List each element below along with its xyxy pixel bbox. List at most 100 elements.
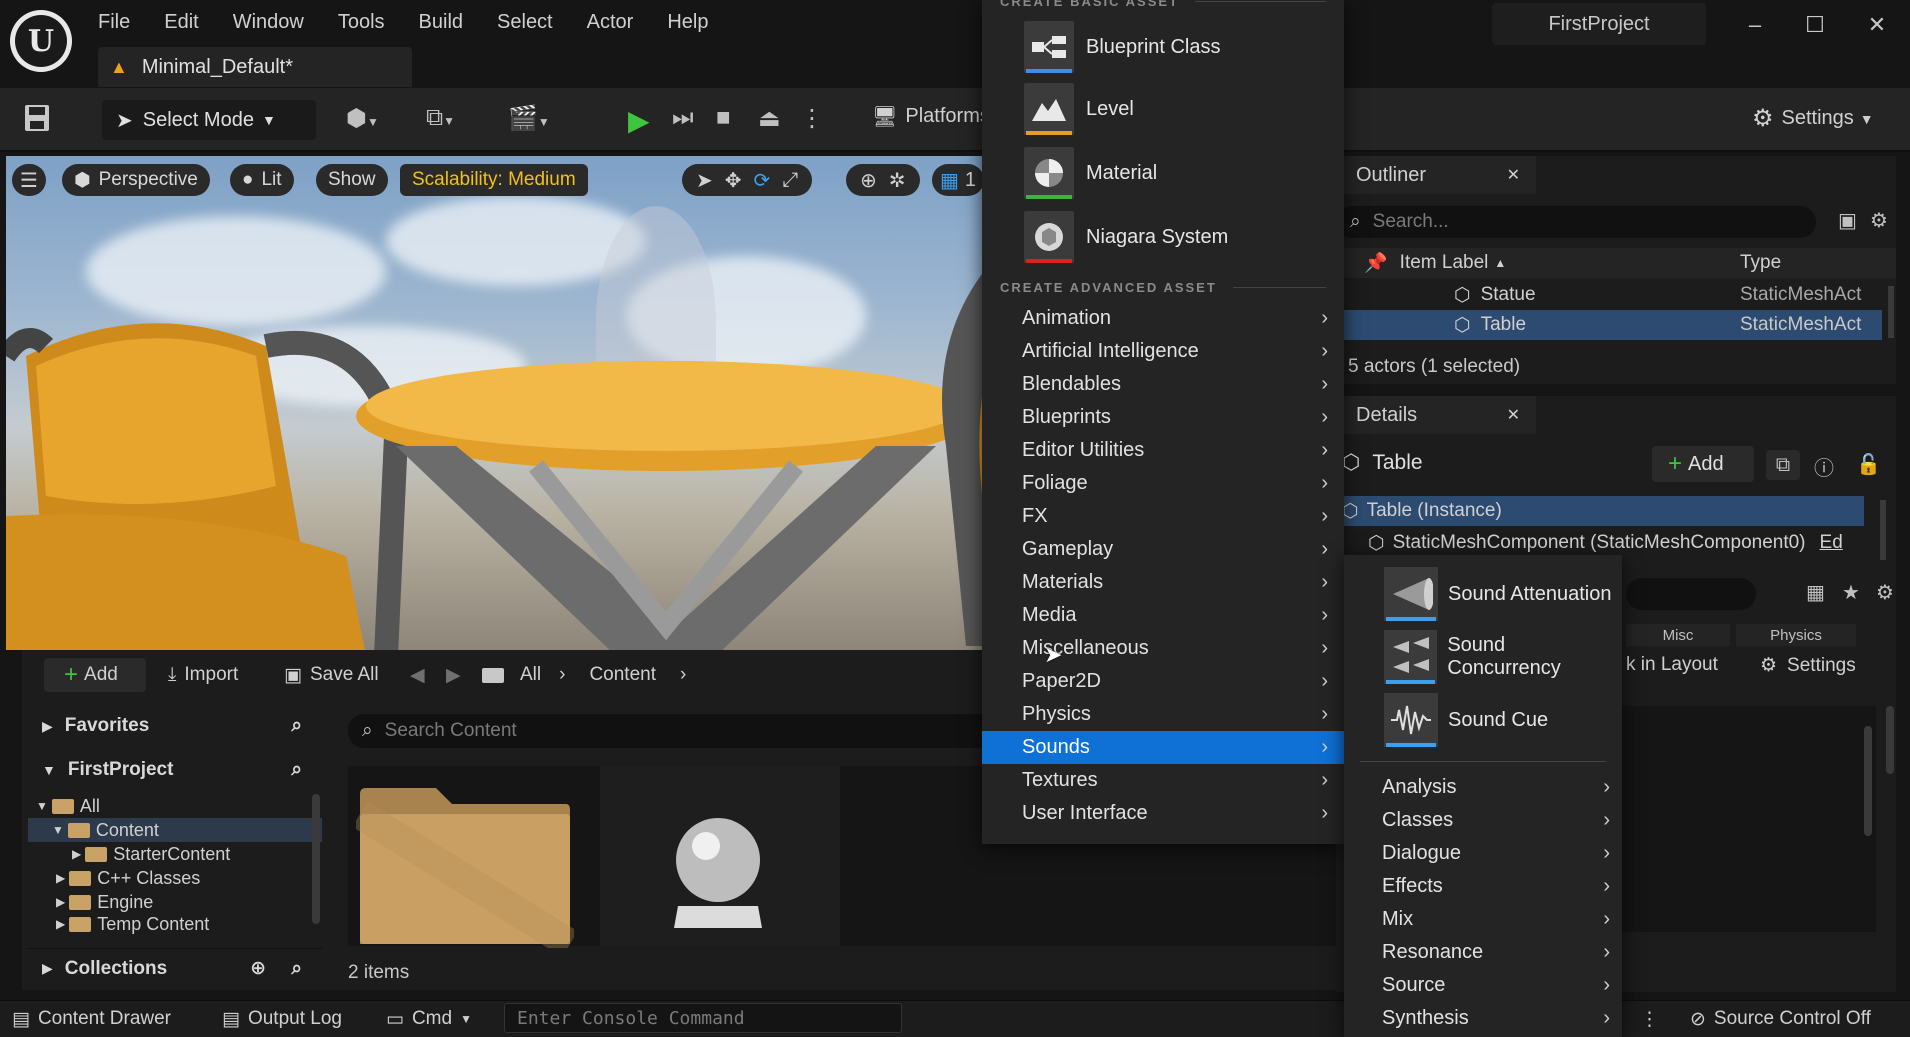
move-tool-icon[interactable]: ✥: [725, 168, 742, 193]
item-label-column[interactable]: Item Label: [1400, 252, 1489, 274]
scale-tool-icon[interactable]: ⤢: [782, 169, 798, 192]
lit-button[interactable]: ● Lit: [230, 164, 294, 196]
menu-item-dialogue[interactable]: Dialogue ›: [1344, 837, 1622, 870]
tree-item-all[interactable]: ▼ All: [28, 794, 322, 818]
layout-link[interactable]: k in Layout: [1626, 654, 1718, 676]
show-button[interactable]: Show: [316, 164, 388, 196]
menu-item-mix[interactable]: Mix ›: [1344, 903, 1622, 936]
menu-item-animation[interactable]: Animation ›: [982, 302, 1344, 335]
close-icon[interactable]: ✕: [1507, 165, 1520, 185]
tree-item-temp-content[interactable]: ▶ Temp Content: [28, 914, 322, 934]
folder-asset-tile[interactable]: [352, 784, 578, 957]
search-content-input[interactable]: ⌕ Search Content: [348, 714, 998, 748]
tree-item-engine[interactable]: ▶ Engine: [28, 890, 322, 914]
add-actor-icon[interactable]: ⬢▼: [346, 104, 379, 133]
details-tab[interactable]: Details ✕: [1336, 396, 1536, 434]
details-settings-button[interactable]: ⚙ Settings: [1760, 654, 1856, 677]
grid-snap-button[interactable]: ▦ 1: [932, 164, 985, 196]
menu-item-sounds[interactable]: Sounds ›: [982, 731, 1344, 764]
menu-edit[interactable]: Edit: [164, 11, 198, 34]
new-folder-icon[interactable]: ▣: [1838, 208, 1857, 233]
edit-link[interactable]: Ed: [1820, 532, 1843, 554]
cinematics-icon[interactable]: 🎬▼: [508, 104, 550, 133]
tree-item-cpp-classes[interactable]: ▶ C++ Classes: [28, 866, 322, 890]
settings-button[interactable]: ⚙ Settings ▼: [1752, 104, 1874, 133]
select-mode-dropdown[interactable]: ➤ Select Mode ▼: [102, 100, 316, 140]
favorites-header[interactable]: ▶ Favorites ⌕: [28, 706, 322, 746]
perspective-button[interactable]: ⬢ Perspective: [62, 164, 210, 196]
blueprint-icon[interactable]: ⧉: [1766, 450, 1800, 480]
tab-misc[interactable]: Misc: [1626, 624, 1730, 646]
menu-item-media[interactable]: Media ›: [982, 599, 1344, 632]
gear-icon[interactable]: ⚙: [1876, 580, 1894, 605]
table-view-icon[interactable]: ▦: [1806, 580, 1825, 605]
import-button[interactable]: ⤓ Import: [168, 658, 238, 692]
menu-item-level[interactable]: Level: [1024, 82, 1134, 136]
menu-item-miscellaneous[interactable]: Miscellaneous ›: [982, 632, 1344, 665]
more-icon[interactable]: ⋮: [1640, 1004, 1659, 1034]
menu-build[interactable]: Build: [419, 11, 463, 34]
menu-item-artificial-intelligence[interactable]: Artificial Intelligence ›: [982, 335, 1344, 368]
step-icon[interactable]: ⏭: [672, 104, 694, 132]
help-icon[interactable]: ⓘ: [1814, 452, 1834, 481]
outliner-scrollbar[interactable]: [1888, 286, 1894, 338]
project-header[interactable]: ▼ FirstProject ⌕: [28, 750, 322, 790]
menu-help[interactable]: Help: [667, 11, 708, 34]
search-icon[interactable]: ⌕: [291, 759, 302, 781]
menu-item-textures[interactable]: Textures ›: [982, 764, 1344, 797]
menu-file[interactable]: File: [98, 11, 130, 34]
cmd-dropdown[interactable]: ▭ Cmd ▼: [386, 1004, 472, 1034]
select-tool-icon[interactable]: ➤: [696, 168, 713, 193]
menu-item-sound-attenuation[interactable]: Sound Attenuation: [1384, 567, 1611, 621]
platforms-button[interactable]: 🖥 Platforms: [872, 104, 990, 129]
tree-item-startercontent[interactable]: ▶ StarterContent: [28, 842, 322, 866]
forward-icon[interactable]: ▶: [446, 658, 461, 692]
output-log-button[interactable]: ▤ Output Log: [222, 1004, 342, 1034]
menu-window[interactable]: Window: [233, 11, 304, 34]
stop-icon[interactable]: ■: [716, 104, 731, 132]
outliner-search-input[interactable]: ⌕ Search...: [1336, 206, 1816, 238]
menu-item-effects[interactable]: Effects ›: [1344, 870, 1622, 903]
viewport-menu-icon[interactable]: ☰: [12, 164, 46, 196]
component-row[interactable]: ⬡ StaticMeshComponent (StaticMeshCompone…: [1336, 528, 1896, 558]
menu-item-foliage[interactable]: Foliage ›: [982, 467, 1344, 500]
menu-item-blueprint-class[interactable]: Blueprint Class: [1024, 20, 1221, 74]
breadcrumb-content[interactable]: Content: [589, 664, 656, 686]
breadcrumb-all[interactable]: All: [520, 664, 541, 686]
menu-item-paper2d[interactable]: Paper2D ›: [982, 665, 1344, 698]
close-window-icon[interactable]: ✕: [1862, 12, 1892, 42]
maximize-icon[interactable]: ☐: [1800, 12, 1830, 42]
star-icon[interactable]: ★: [1842, 580, 1860, 605]
menu-item-user-interface[interactable]: User Interface ›: [982, 797, 1344, 830]
outliner-tab[interactable]: Outliner ✕: [1336, 156, 1536, 194]
level-tab[interactable]: ▲ Minimal_Default*: [98, 47, 412, 87]
eject-icon[interactable]: ⏏: [758, 104, 781, 133]
menu-item-physics[interactable]: Physics ›: [982, 698, 1344, 731]
menu-item-material[interactable]: Material: [1024, 146, 1157, 200]
details-outer-scrollbar[interactable]: [1886, 706, 1894, 774]
tree-item-content[interactable]: ▼ Content: [28, 818, 322, 842]
blueprint-icon[interactable]: ⧉▼: [426, 104, 455, 132]
menu-item-synthesis[interactable]: Synthesis ›: [1344, 1002, 1622, 1035]
unreal-logo-icon[interactable]: U: [10, 10, 72, 72]
level-viewport[interactable]: [6, 156, 1006, 650]
console-command-input[interactable]: Enter Console Command: [504, 1003, 902, 1033]
save-all-button[interactable]: ▣ Save All: [284, 658, 379, 692]
source-control-button[interactable]: ⊘ Source Control Off: [1690, 1004, 1871, 1034]
world-icon[interactable]: ⊕: [860, 168, 877, 193]
close-icon[interactable]: ✕: [1507, 405, 1520, 425]
menu-item-sound-cue[interactable]: Sound Cue: [1384, 693, 1548, 747]
menu-item-niagara-system[interactable]: Niagara System: [1024, 210, 1228, 264]
type-column[interactable]: Type: [1740, 252, 1781, 274]
menu-item-fx[interactable]: FX ›: [982, 500, 1344, 533]
menu-item-classes[interactable]: Classes ›: [1344, 804, 1622, 837]
menu-item-gameplay[interactable]: Gameplay ›: [982, 533, 1344, 566]
details-scrollbar[interactable]: [1864, 726, 1872, 836]
menu-item-analysis[interactable]: Analysis ›: [1344, 771, 1622, 804]
collections-header[interactable]: ▶ Collections ⊕ ⌕: [28, 948, 322, 988]
outliner-row-table[interactable]: ⬡ Table StaticMeshAct: [1336, 310, 1882, 340]
menu-select[interactable]: Select: [497, 11, 553, 34]
gear-icon[interactable]: ⚙: [1870, 208, 1888, 233]
menu-item-sound-concurrency[interactable]: Sound Concurrency: [1384, 630, 1622, 684]
lock-icon[interactable]: 🔓: [1856, 452, 1881, 477]
